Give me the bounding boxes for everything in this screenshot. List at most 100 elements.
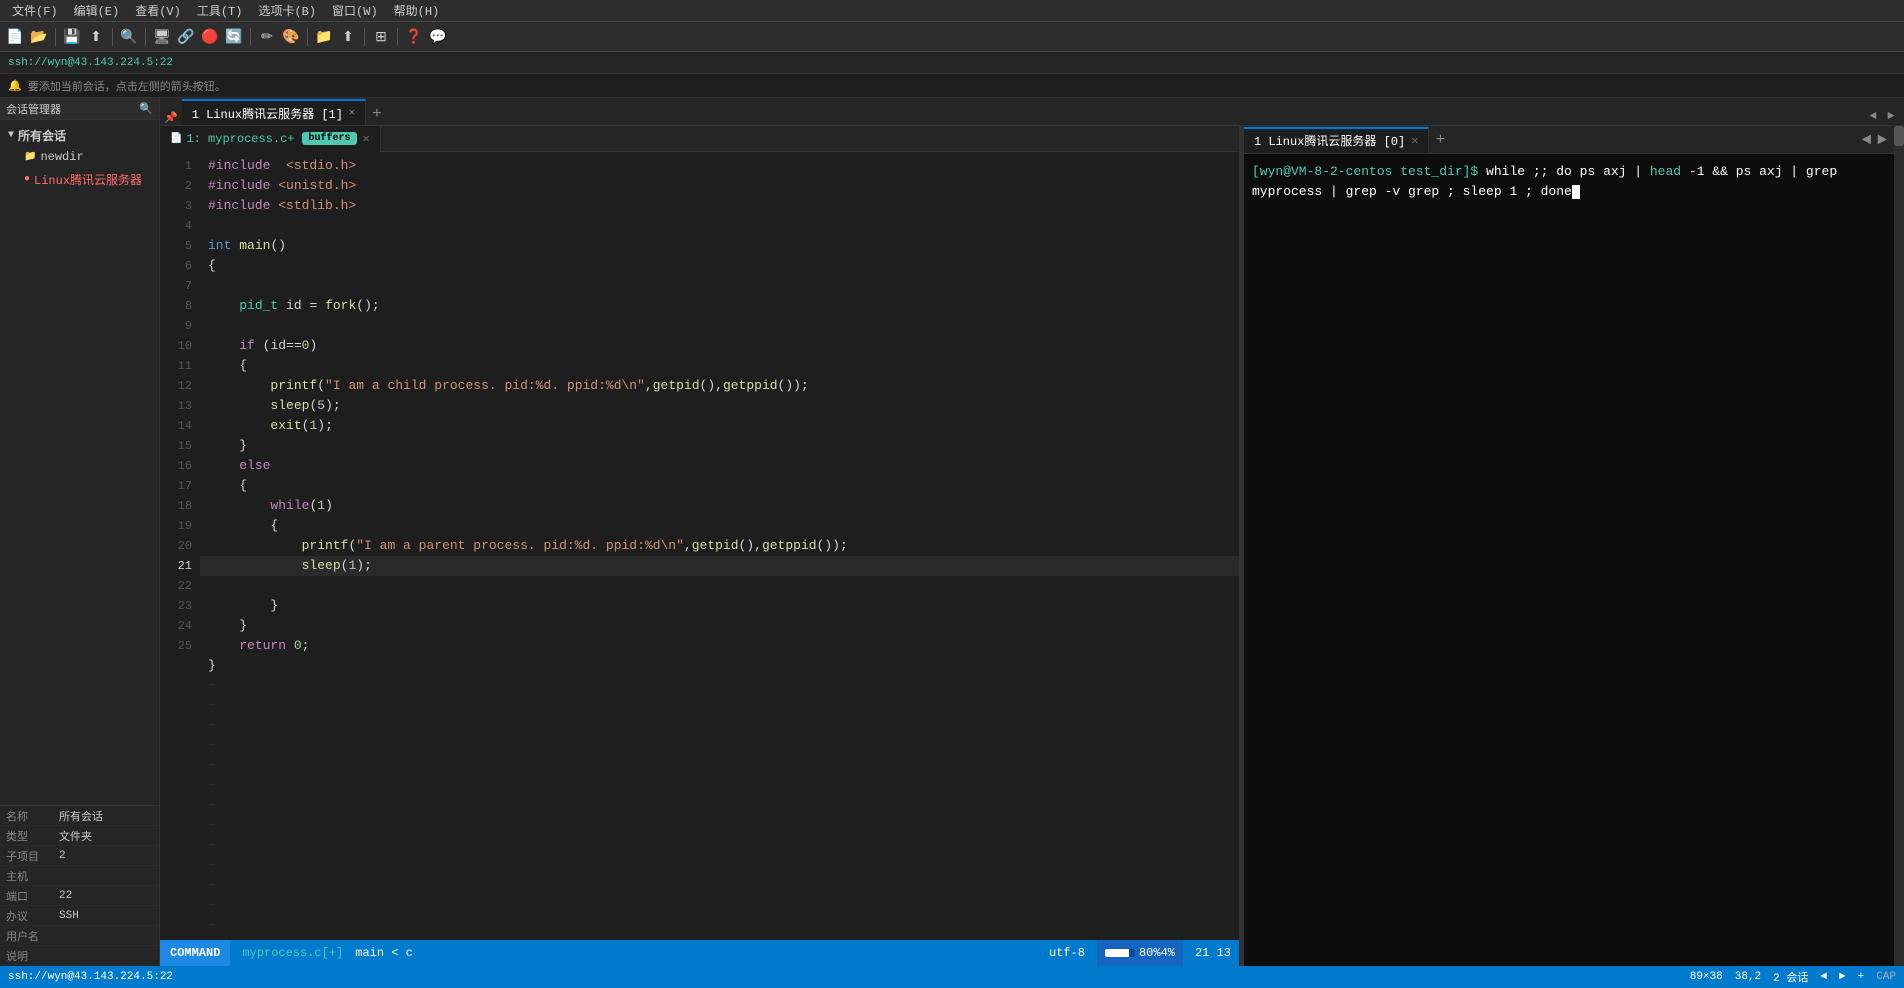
sidebar-item-all-sessions[interactable]: ▼ 所有会话: [0, 124, 159, 146]
progress-text: 80%4%: [1139, 946, 1175, 960]
reconnect-btn[interactable]: 🔄: [223, 26, 245, 48]
upload-btn[interactable]: ⬆: [337, 26, 359, 48]
editor-status-bar: COMMAND myprocess.c[+] main < c utf-8 80…: [160, 940, 1239, 966]
code-content[interactable]: #include <stdio.h> #include <unistd.h> #…: [200, 152, 1239, 940]
ln8: 8: [160, 296, 192, 316]
save-btn[interactable]: 💾: [61, 26, 83, 48]
terminal-tab-add[interactable]: +: [1429, 129, 1451, 151]
prop-port-val: 22: [55, 890, 159, 902]
main-layout: 会话管理器 🔍 ▼ 所有会话 📁 newdir ● Linux腾讯云服务器: [0, 98, 1904, 966]
chevron-icon: ▼: [8, 130, 14, 141]
terminal-prompt: [wyn@VM-8-2-centos test_dir]$: [1252, 164, 1486, 179]
code-editor[interactable]: 1 2 3 4 5 6 7 8 9 10 11 12 13 14: [160, 152, 1239, 940]
save-all-btn[interactable]: ⬆: [85, 26, 107, 48]
terminal-tab-prev[interactable]: ◄: [1859, 131, 1875, 149]
bottom-sessions[interactable]: 2 会话: [1773, 969, 1808, 985]
sidebar-search-icon[interactable]: 🔍: [139, 102, 153, 116]
connect-btn[interactable]: 🔗: [175, 26, 197, 48]
menu-tabs[interactable]: 选项卡(B): [250, 2, 324, 19]
ln3: 3: [160, 196, 192, 216]
bottom-nav-add[interactable]: +: [1858, 971, 1865, 983]
prop-child-val: 2: [55, 850, 159, 862]
ln13: 13: [160, 396, 192, 416]
sidebar-all-sessions-label: 所有会话: [18, 127, 66, 144]
search-btn[interactable]: 🔍: [118, 26, 140, 48]
sftp-btn[interactable]: 📁: [313, 26, 335, 48]
menu-view[interactable]: 查看(V): [127, 2, 189, 19]
menu-help[interactable]: 帮助(H): [386, 2, 448, 19]
bottom-dimensions[interactable]: 89×38: [1690, 971, 1723, 983]
ln10: 10: [160, 336, 192, 356]
menu-window[interactable]: 窗口(W): [324, 2, 386, 19]
editor-tab-file[interactable]: 📄 1: myprocess.c+ buffers ✕: [160, 126, 381, 152]
tab-linux-1[interactable]: 1 Linux腾讯云服务器 [1] ✕: [182, 99, 366, 125]
status-encoding: utf-8: [1049, 946, 1085, 960]
chat-btn[interactable]: 💬: [427, 26, 449, 48]
sidebar-sub-section: 📁 newdir ● Linux腾讯云服务器: [0, 146, 159, 190]
status-mode: COMMAND: [160, 940, 230, 966]
buffers-badge: buffers: [302, 132, 356, 145]
sidebar-newdir-label: newdir: [40, 150, 83, 164]
ln2: 2: [160, 176, 192, 196]
tab-linux-1-close[interactable]: ✕: [349, 107, 355, 119]
prop-name-row: 名称 所有会话: [0, 806, 159, 826]
menu-tools[interactable]: 工具(T): [189, 2, 251, 19]
prop-host-key: 主机: [0, 868, 55, 884]
tab-add-btn[interactable]: +: [366, 103, 388, 125]
menu-file[interactable]: 文件(F): [4, 2, 66, 19]
new-session-btn[interactable]: 📄: [4, 26, 26, 48]
ln24: 24: [160, 616, 192, 636]
editor-tab-label: 1: myprocess.c+: [186, 132, 294, 146]
ln23: 23: [160, 596, 192, 616]
sidebar-server-label: Linux腾讯云服务器: [34, 171, 142, 188]
prop-type-row: 类型 文件夹: [0, 826, 159, 846]
status-file: myprocess.c[+]: [242, 946, 343, 960]
terminal-tab-close[interactable]: ✕: [1411, 133, 1418, 148]
prop-port-row: 端口 22: [0, 886, 159, 906]
progress-fill: [1105, 949, 1129, 957]
terminal-tabs: 1 Linux腾讯云服务器 [0] ✕ + ◄ ►: [1244, 126, 1894, 154]
scrollbar-thumb[interactable]: [1894, 126, 1904, 146]
bottom-position[interactable]: 38,2: [1735, 971, 1761, 983]
ln7: 7: [160, 276, 192, 296]
line-numbers: 1 2 3 4 5 6 7 8 9 10 11 12 13 14: [160, 152, 200, 940]
prop-type-val: 文件夹: [55, 828, 159, 844]
server-icon: ●: [24, 174, 30, 185]
prop-note-key: 说明: [0, 948, 55, 964]
prop-host-row: 主机: [0, 866, 159, 886]
file-icon: 📄: [170, 133, 182, 145]
terminal-tab-1[interactable]: 1 Linux腾讯云服务器 [0] ✕: [1244, 127, 1429, 153]
sidebar-item-linux-server[interactable]: ● Linux腾讯云服务器: [16, 168, 159, 190]
prop-user-row: 用户名: [0, 926, 159, 946]
grid-btn[interactable]: ⊞: [370, 26, 392, 48]
editor-tab-close[interactable]: ✕: [363, 131, 370, 146]
terminal-body[interactable]: [wyn@VM-8-2-centos test_dir]$ while ;; d…: [1244, 154, 1894, 966]
tab-next-arrow[interactable]: ►: [1882, 107, 1900, 125]
sidebar: 会话管理器 🔍 ▼ 所有会话 📁 newdir ● Linux腾讯云服务器: [0, 98, 160, 966]
right-scrollbar[interactable]: [1894, 126, 1904, 966]
bottom-session-url[interactable]: ssh://wyn@43.143.224.5:22: [8, 971, 173, 983]
help-icon-btn[interactable]: ❓: [403, 26, 425, 48]
draw-btn[interactable]: ✏: [256, 26, 278, 48]
prompt-icon: 🔔: [8, 79, 22, 93]
session-mgr-btn[interactable]: 🖥: [151, 26, 173, 48]
tab-prev-arrow[interactable]: ◄: [1864, 107, 1882, 125]
open-btn[interactable]: 📂: [28, 26, 50, 48]
prop-name-val: 所有会话: [55, 808, 159, 824]
ln14: 14: [160, 416, 192, 436]
bottom-nav-next[interactable]: ►: [1839, 971, 1846, 983]
disconnect-btn[interactable]: 🔴: [199, 26, 221, 48]
color-btn[interactable]: 🎨: [280, 26, 302, 48]
prop-user-key: 用户名: [0, 928, 55, 944]
bottom-nav-prev[interactable]: ◄: [1820, 971, 1827, 983]
menu-edit[interactable]: 编辑(E): [66, 2, 128, 19]
terminal-tab-next[interactable]: ►: [1874, 131, 1890, 149]
ln16: 16: [160, 456, 192, 476]
ln4: 4: [160, 216, 192, 236]
ln20: 20: [160, 536, 192, 556]
bottom-status-bar: ssh://wyn@43.143.224.5:22 89×38 38,2 2 会…: [0, 966, 1904, 988]
pin-btn[interactable]: 📌: [160, 111, 182, 125]
prompt-text: 要添加当前会话，点击左侧的箭头按钮。: [28, 78, 226, 94]
prop-action-row: 办议 SSH: [0, 906, 159, 926]
sidebar-item-newdir[interactable]: 📁 newdir: [16, 146, 159, 168]
